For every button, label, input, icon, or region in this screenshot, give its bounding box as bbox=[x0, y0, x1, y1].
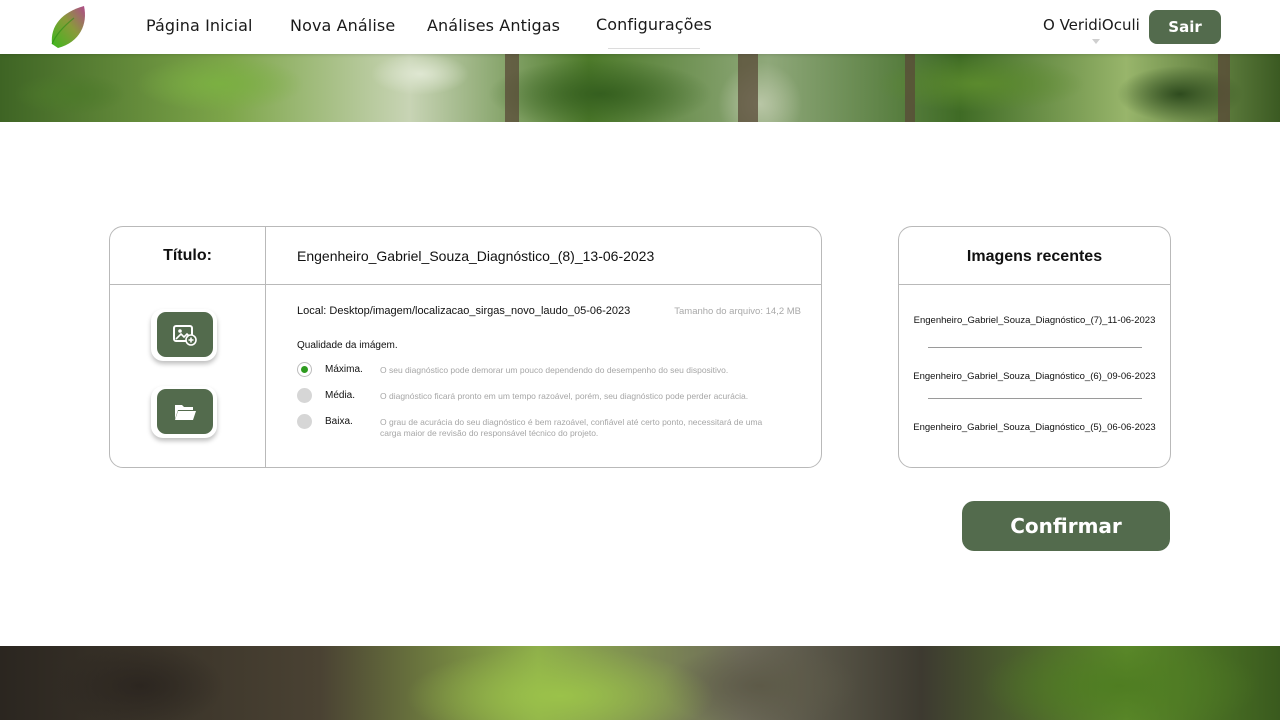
forest-banner-bottom bbox=[0, 646, 1280, 720]
quality-option-description: O seu diagnóstico pode demorar um pouco … bbox=[380, 365, 729, 375]
add-image-button[interactable] bbox=[151, 309, 217, 361]
leaf-logo-icon[interactable] bbox=[48, 4, 90, 50]
recent-images-card: Imagens recentes Engenheiro_Gabriel_Souz… bbox=[898, 226, 1171, 468]
recent-image-item[interactable]: Engenheiro_Gabriel_Souza_Diagnóstico_(6)… bbox=[899, 371, 1170, 382]
logout-button[interactable]: Sair bbox=[1149, 10, 1221, 44]
quality-option-description: O diagnóstico ficará pronto em um tempo … bbox=[380, 391, 749, 401]
add-image-icon bbox=[173, 324, 197, 346]
title-field[interactable]: Engenheiro_Gabriel_Souza_Diagnóstico_(8)… bbox=[297, 248, 654, 264]
nav-new-analysis[interactable]: Nova Análise bbox=[290, 16, 395, 35]
top-navbar: Página Inicial Nova Análise Análises Ant… bbox=[0, 0, 1280, 54]
nav-about[interactable]: O VeridiOculi bbox=[1043, 16, 1140, 34]
recent-image-item[interactable]: Engenheiro_Gabriel_Souza_Diagnóstico_(5)… bbox=[899, 422, 1170, 433]
quality-option-label: Média. bbox=[325, 390, 356, 401]
column-divider bbox=[265, 227, 266, 467]
confirm-button[interactable]: Confirmar bbox=[962, 501, 1170, 551]
folder-open-icon bbox=[175, 404, 196, 420]
quality-radio-max[interactable] bbox=[297, 362, 312, 377]
list-divider bbox=[928, 398, 1142, 399]
file-size: Tamanho do arquivo: 14,2 MB bbox=[674, 306, 801, 317]
analysis-form-card: Título: Engenheiro_Gabriel_Souza_Diagnós… bbox=[109, 226, 822, 468]
nav-home[interactable]: Página Inicial bbox=[146, 16, 253, 35]
chevron-down-icon bbox=[1092, 39, 1100, 44]
recent-images-title: Imagens recentes bbox=[966, 248, 1103, 265]
quality-radio-medium[interactable] bbox=[297, 388, 312, 403]
row-divider bbox=[899, 284, 1170, 285]
quality-radio-low[interactable] bbox=[297, 414, 312, 429]
forest-banner-top bbox=[0, 54, 1280, 122]
open-folder-button[interactable] bbox=[151, 386, 217, 438]
recent-image-item[interactable]: Engenheiro_Gabriel_Souza_Diagnóstico_(7)… bbox=[899, 315, 1170, 326]
nav-settings[interactable]: Configurações bbox=[596, 15, 712, 49]
list-divider bbox=[928, 347, 1142, 348]
quality-option-description: O grau de acurácia do seu diagnóstico é … bbox=[380, 417, 763, 438]
title-label: Título: bbox=[163, 247, 212, 264]
nav-old-analyses[interactable]: Análises Antigas bbox=[427, 16, 560, 35]
quality-option-label: Baixa. bbox=[325, 416, 353, 427]
row-divider bbox=[110, 284, 821, 285]
file-location: Local: Desktop/imagem/localizacao_sirgas… bbox=[297, 305, 631, 317]
quality-option-label: Máxima. bbox=[325, 364, 363, 375]
quality-label: Qualidade da imágem. bbox=[297, 340, 398, 351]
